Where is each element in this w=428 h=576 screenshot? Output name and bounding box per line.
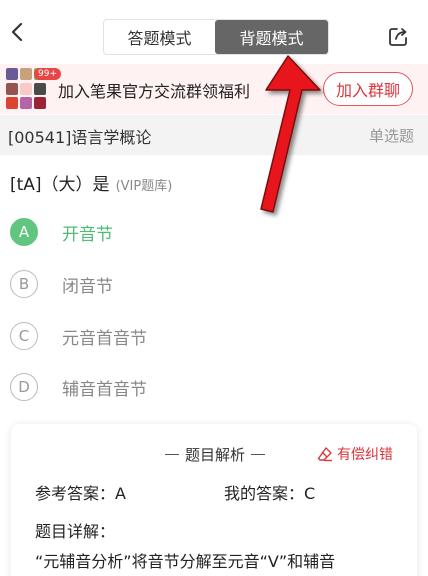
- option-text: 元音首音节: [62, 328, 147, 349]
- reference-answer: 参考答案：A: [35, 484, 126, 503]
- report-error-button[interactable]: 有偿纠错: [317, 444, 393, 464]
- option-letter: C: [10, 322, 38, 350]
- my-answer: 我的答案：C: [224, 484, 316, 503]
- report-error-label: 有偿纠错: [337, 447, 393, 463]
- title-dash-right: [251, 453, 266, 456]
- subject-row: [00541]语言学概论 单选题: [0, 115, 428, 155]
- option-text: 开音节: [62, 224, 113, 245]
- question-type: 单选题: [368, 127, 414, 145]
- option-text: 闭音节: [62, 276, 113, 297]
- analysis-card: 题目解析 有偿纠错 参考答案：A 我的答案：C 题目详解： “元辅音分析”将音节…: [11, 424, 417, 576]
- detail-title: 题目详解：: [35, 522, 116, 541]
- detail-text: “元辅音分析”将音节分解至元音“V”和辅音: [35, 552, 336, 571]
- analysis-title-text: 题目解析: [185, 446, 246, 464]
- question-text: [tA]（大）是: [10, 175, 110, 195]
- mode-switch: 答题模式 背题模式: [103, 19, 329, 55]
- option-text: 辅音首音节: [62, 379, 147, 400]
- option-d[interactable]: D 辅音首音节: [10, 372, 147, 402]
- header: 答题模式 背题模式: [0, 0, 428, 64]
- tab-answer-mode[interactable]: 答题模式: [104, 20, 215, 54]
- option-letter: A: [10, 218, 38, 246]
- title-dash-left: [165, 453, 179, 456]
- red-arrow-annotation: [260, 55, 321, 213]
- tab-memorize-mode[interactable]: 背题模式: [215, 20, 328, 54]
- option-b[interactable]: B 闭音节: [10, 269, 113, 299]
- question-tag: (VIP题库): [115, 179, 173, 194]
- subject-name: [00541]语言学概论: [8, 128, 152, 147]
- option-c[interactable]: C 元音首音节: [10, 321, 147, 351]
- eraser-icon: [317, 447, 332, 462]
- group-banner[interactable]: 99+ 加入笔果官方交流群领福利 加入群聊: [0, 64, 428, 114]
- option-letter: B: [10, 270, 38, 298]
- share-icon[interactable]: [387, 26, 409, 48]
- option-a[interactable]: A 开音节: [10, 217, 113, 247]
- back-arrow-icon[interactable]: [6, 20, 30, 44]
- join-group-button[interactable]: 加入群聊: [323, 72, 413, 106]
- analysis-title: 题目解析: [159, 444, 271, 465]
- question-stem: [tA]（大）是 (VIP题库): [10, 170, 172, 195]
- banner-text: 加入笔果官方交流群领福利: [58, 82, 251, 101]
- option-letter: D: [10, 373, 38, 401]
- member-count-badge: 99+: [34, 68, 61, 80]
